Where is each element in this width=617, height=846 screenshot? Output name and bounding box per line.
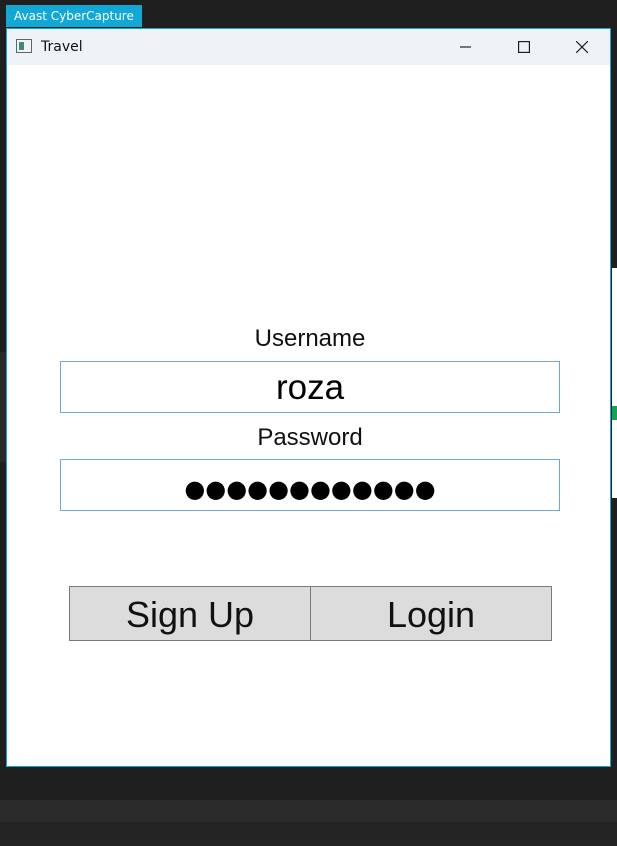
background-window-fragment — [612, 268, 617, 498]
login-button[interactable]: Login — [310, 586, 552, 641]
desktop: Avast CyberCapture Travel Username roza … — [0, 0, 617, 846]
background-panel — [0, 800, 617, 822]
avast-cybercapture-tab[interactable]: Avast CyberCapture — [6, 5, 142, 27]
maximize-icon — [518, 41, 530, 53]
background-panel-bottom — [0, 822, 617, 846]
username-label: Username — [254, 325, 366, 352]
window-title: Travel — [41, 39, 83, 55]
app-window: Travel Username roza Password ●●●●●●●●●●… — [6, 28, 611, 767]
username-input[interactable]: roza — [60, 361, 560, 413]
sign-up-button[interactable]: Sign Up — [69, 586, 311, 641]
password-label: Password — [257, 424, 363, 451]
app-icon — [16, 39, 32, 53]
background-status-bar — [612, 406, 617, 420]
maximize-button[interactable] — [495, 29, 553, 65]
minimize-button[interactable] — [437, 29, 495, 65]
close-icon — [576, 41, 588, 53]
close-button[interactable] — [553, 29, 611, 65]
title-bar[interactable]: Travel — [7, 29, 610, 65]
minimize-icon — [460, 46, 471, 48]
password-input[interactable]: ●●●●●●●●●●●● — [60, 459, 560, 511]
